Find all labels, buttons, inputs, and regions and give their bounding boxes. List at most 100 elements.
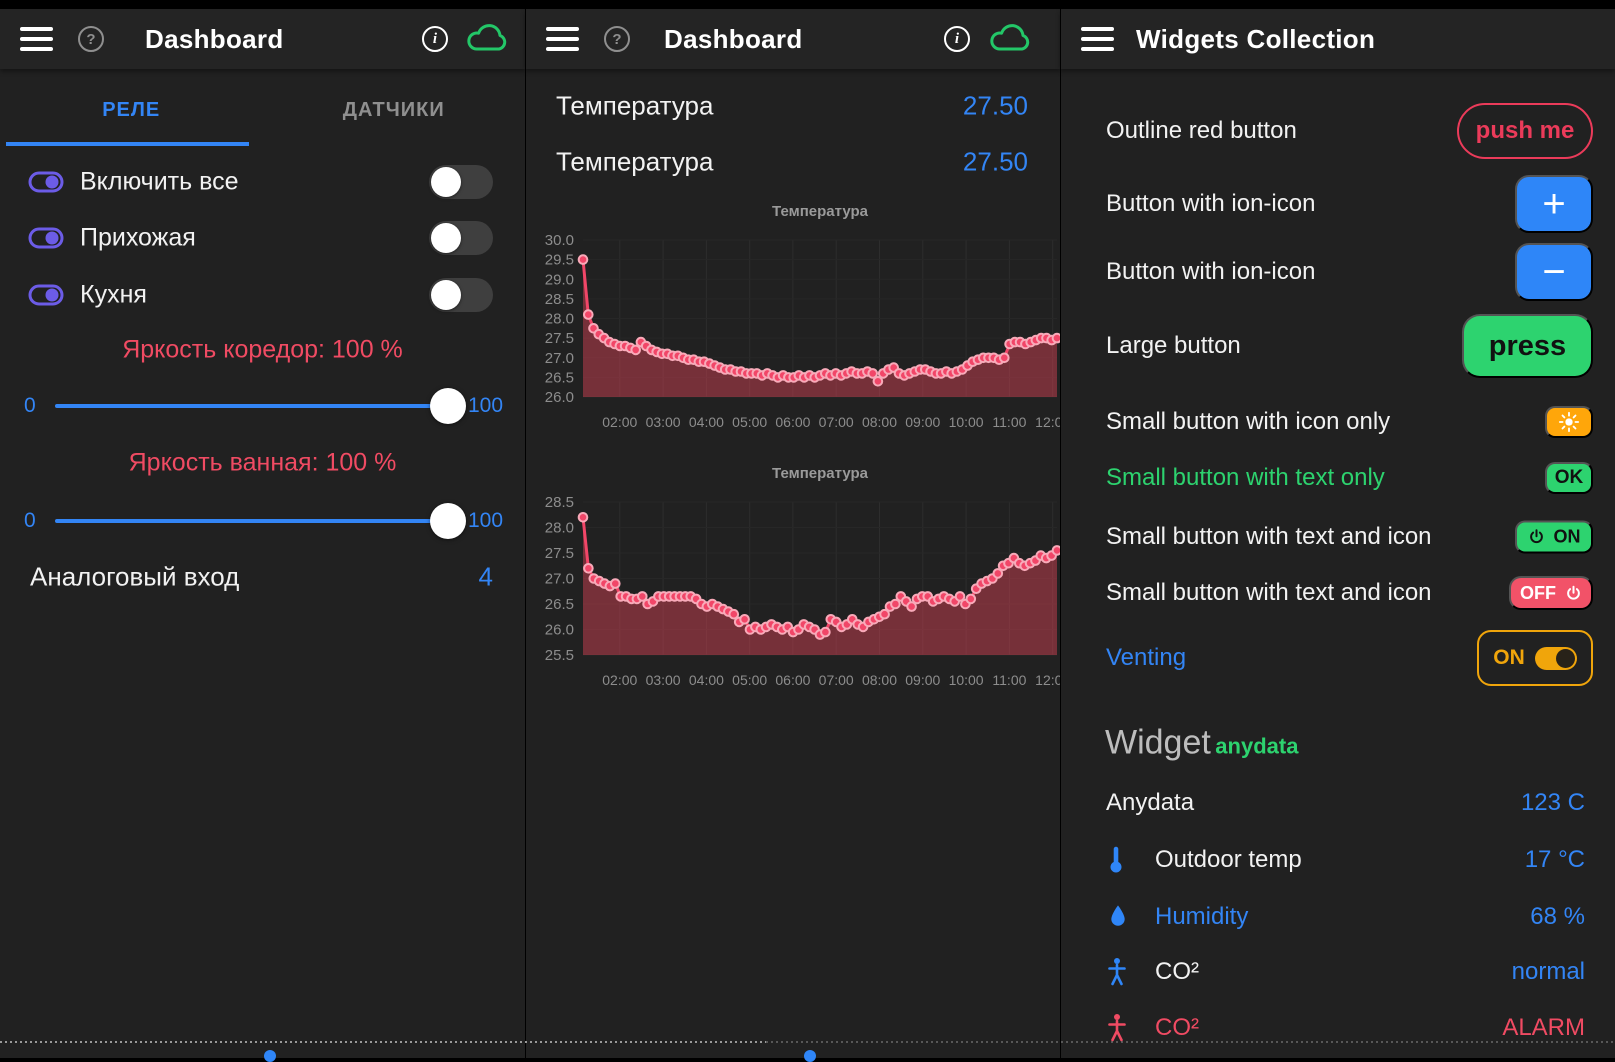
dashboard-panel-relays: ? Dashboard i РЕЛЕ ДАТЧИКИ Включить все … — [0, 0, 525, 1058]
slider-knob[interactable] — [430, 388, 466, 424]
widget-row-large: Large button press — [1061, 321, 1615, 371]
widget-anydata-heading: Widget anydata — [1105, 724, 1298, 763]
svg-text:26.0: 26.0 — [545, 389, 574, 406]
info-icon[interactable]: i — [944, 26, 970, 52]
humidity-row: Humidity 68 % — [1061, 895, 1615, 939]
header: ? Dashboard i — [0, 9, 525, 69]
temperature-value: 27.50 — [963, 91, 1028, 122]
svg-text:09:00: 09:00 — [905, 672, 940, 688]
svg-text:04:00: 04:00 — [689, 414, 724, 430]
temperature-chart-1: 02:0003:0004:0005:0006:0007:0008:0009:00… — [526, 198, 1060, 442]
svg-text:26.5: 26.5 — [545, 369, 574, 386]
svg-text:04:00: 04:00 — [689, 672, 724, 688]
page-title: Dashboard — [145, 24, 284, 55]
sun-icon — [1558, 411, 1580, 433]
toggle-label: Прихожая — [80, 224, 196, 253]
widget-row-outline-red: Outline red button push me — [1061, 106, 1615, 156]
off-button[interactable]: OFF — [1509, 576, 1593, 610]
plus-button[interactable]: + — [1515, 175, 1593, 233]
slider-title-corridor: Яркость коредор: 100 % — [0, 336, 525, 365]
svg-text:10:00: 10:00 — [949, 414, 984, 430]
svg-text:29.5: 29.5 — [545, 252, 574, 269]
slider-min-label: 0 — [24, 509, 36, 533]
tab-sensors[interactable]: ДАТЧИКИ — [263, 99, 526, 122]
toggle-row-all: Включить все — [0, 159, 525, 205]
push-me-button[interactable]: push me — [1457, 103, 1593, 159]
svg-text:25.5: 25.5 — [545, 647, 574, 664]
toggle-label: Включить все — [80, 168, 239, 197]
toggle-outline-icon — [28, 225, 64, 251]
active-tab-underline — [6, 142, 249, 146]
analog-input-label: Аналоговый вход — [30, 562, 239, 593]
toggle-switch-all[interactable] — [429, 165, 493, 199]
header: Widgets Collection — [1061, 9, 1615, 69]
svg-text:06:00: 06:00 — [775, 414, 810, 430]
ok-button[interactable]: OK — [1545, 462, 1593, 494]
temperature-value: 27.50 — [963, 147, 1028, 178]
svg-text:12:00: 12:00 — [1035, 672, 1060, 688]
dotted-separator — [0, 1041, 766, 1043]
menu-icon[interactable] — [546, 27, 579, 51]
widget-row-text-icon-on: Small button with text and icon ON — [1061, 512, 1615, 562]
thermometer-icon — [1105, 845, 1127, 875]
help-icon[interactable]: ? — [604, 26, 630, 52]
slider-max-label: 100 — [468, 394, 503, 418]
dashboard-panel-sensors: ? Dashboard i Температура 27.50 Температ… — [526, 0, 1060, 1058]
slider-max-label: 100 — [468, 509, 503, 533]
cloud-icon[interactable] — [465, 22, 509, 56]
minus-button[interactable]: − — [1515, 243, 1593, 301]
cloud-icon[interactable] — [988, 22, 1032, 56]
slider-track[interactable] — [55, 404, 455, 408]
analog-input-value: 4 — [479, 562, 493, 593]
outdoor-temp-row: Outdoor temp 17 °C — [1061, 838, 1615, 882]
svg-text:29.0: 29.0 — [545, 271, 574, 288]
slider-title-bathroom: Яркость ванная: 100 % — [0, 449, 525, 478]
svg-text:27.0: 27.0 — [545, 571, 574, 588]
svg-text:26.5: 26.5 — [545, 596, 574, 613]
widget-row-text-icon-off: Small button with text and icon OFF — [1061, 568, 1615, 618]
sun-button[interactable] — [1545, 406, 1593, 438]
toggle-switch-hallway[interactable] — [429, 221, 493, 255]
person-icon — [1105, 957, 1129, 987]
help-icon[interactable]: ? — [78, 26, 104, 52]
menu-icon[interactable] — [1081, 27, 1114, 51]
co2-alarm-row: CO² ALARM — [1061, 1006, 1615, 1050]
toggle-row-kitchen: Кухня — [0, 272, 525, 318]
status-bar — [0, 0, 1615, 9]
power-icon — [1528, 529, 1545, 546]
slider-knob[interactable] — [430, 503, 466, 539]
info-icon[interactable]: i — [422, 26, 448, 52]
widget-row-venting: Venting ON — [1061, 633, 1615, 683]
menu-icon[interactable] — [20, 27, 53, 51]
svg-text:27.0: 27.0 — [545, 350, 574, 367]
svg-text:08:00: 08:00 — [862, 414, 897, 430]
brightness-slider-bathroom: 0 100 — [0, 499, 525, 543]
tab-bar: РЕЛЕ ДАТЧИКИ — [0, 85, 525, 147]
svg-text:11:00: 11:00 — [992, 414, 1026, 430]
tab-relays[interactable]: РЕЛЕ — [0, 99, 263, 122]
svg-text:Температура: Температура — [772, 465, 869, 482]
svg-text:28.5: 28.5 — [545, 291, 574, 308]
anydata-row: Anydata 123 C — [1061, 781, 1615, 825]
widget-row-icon-only: Small button with icon only — [1061, 397, 1615, 447]
toggle-switch-kitchen[interactable] — [429, 278, 493, 312]
toggle-on-icon — [1535, 647, 1577, 670]
on-button[interactable]: ON — [1515, 521, 1593, 554]
toggle-row-hallway: Прихожая — [0, 215, 525, 261]
widget-row-text-only: Small button with text only OK — [1061, 453, 1615, 503]
press-button[interactable]: press — [1462, 314, 1593, 378]
svg-text:07:00: 07:00 — [819, 414, 854, 430]
svg-text:28.5: 28.5 — [545, 494, 574, 511]
page-title: Dashboard — [664, 24, 803, 55]
widget-row-minus: Button with ion-icon − — [1061, 247, 1615, 297]
svg-text:28.0: 28.0 — [545, 311, 574, 328]
svg-text:Температура: Температура — [772, 203, 869, 220]
svg-text:07:00: 07:00 — [819, 672, 854, 688]
svg-text:30.0: 30.0 — [545, 232, 574, 249]
water-drop-icon — [1108, 904, 1128, 930]
venting-toggle-button[interactable]: ON — [1477, 630, 1593, 686]
slider-track[interactable] — [55, 519, 455, 523]
svg-text:10:00: 10:00 — [949, 672, 984, 688]
dotted-separator — [766, 1041, 1615, 1043]
widgets-collection-panel: Widgets Collection Widget btn Outline re… — [1061, 0, 1615, 1058]
